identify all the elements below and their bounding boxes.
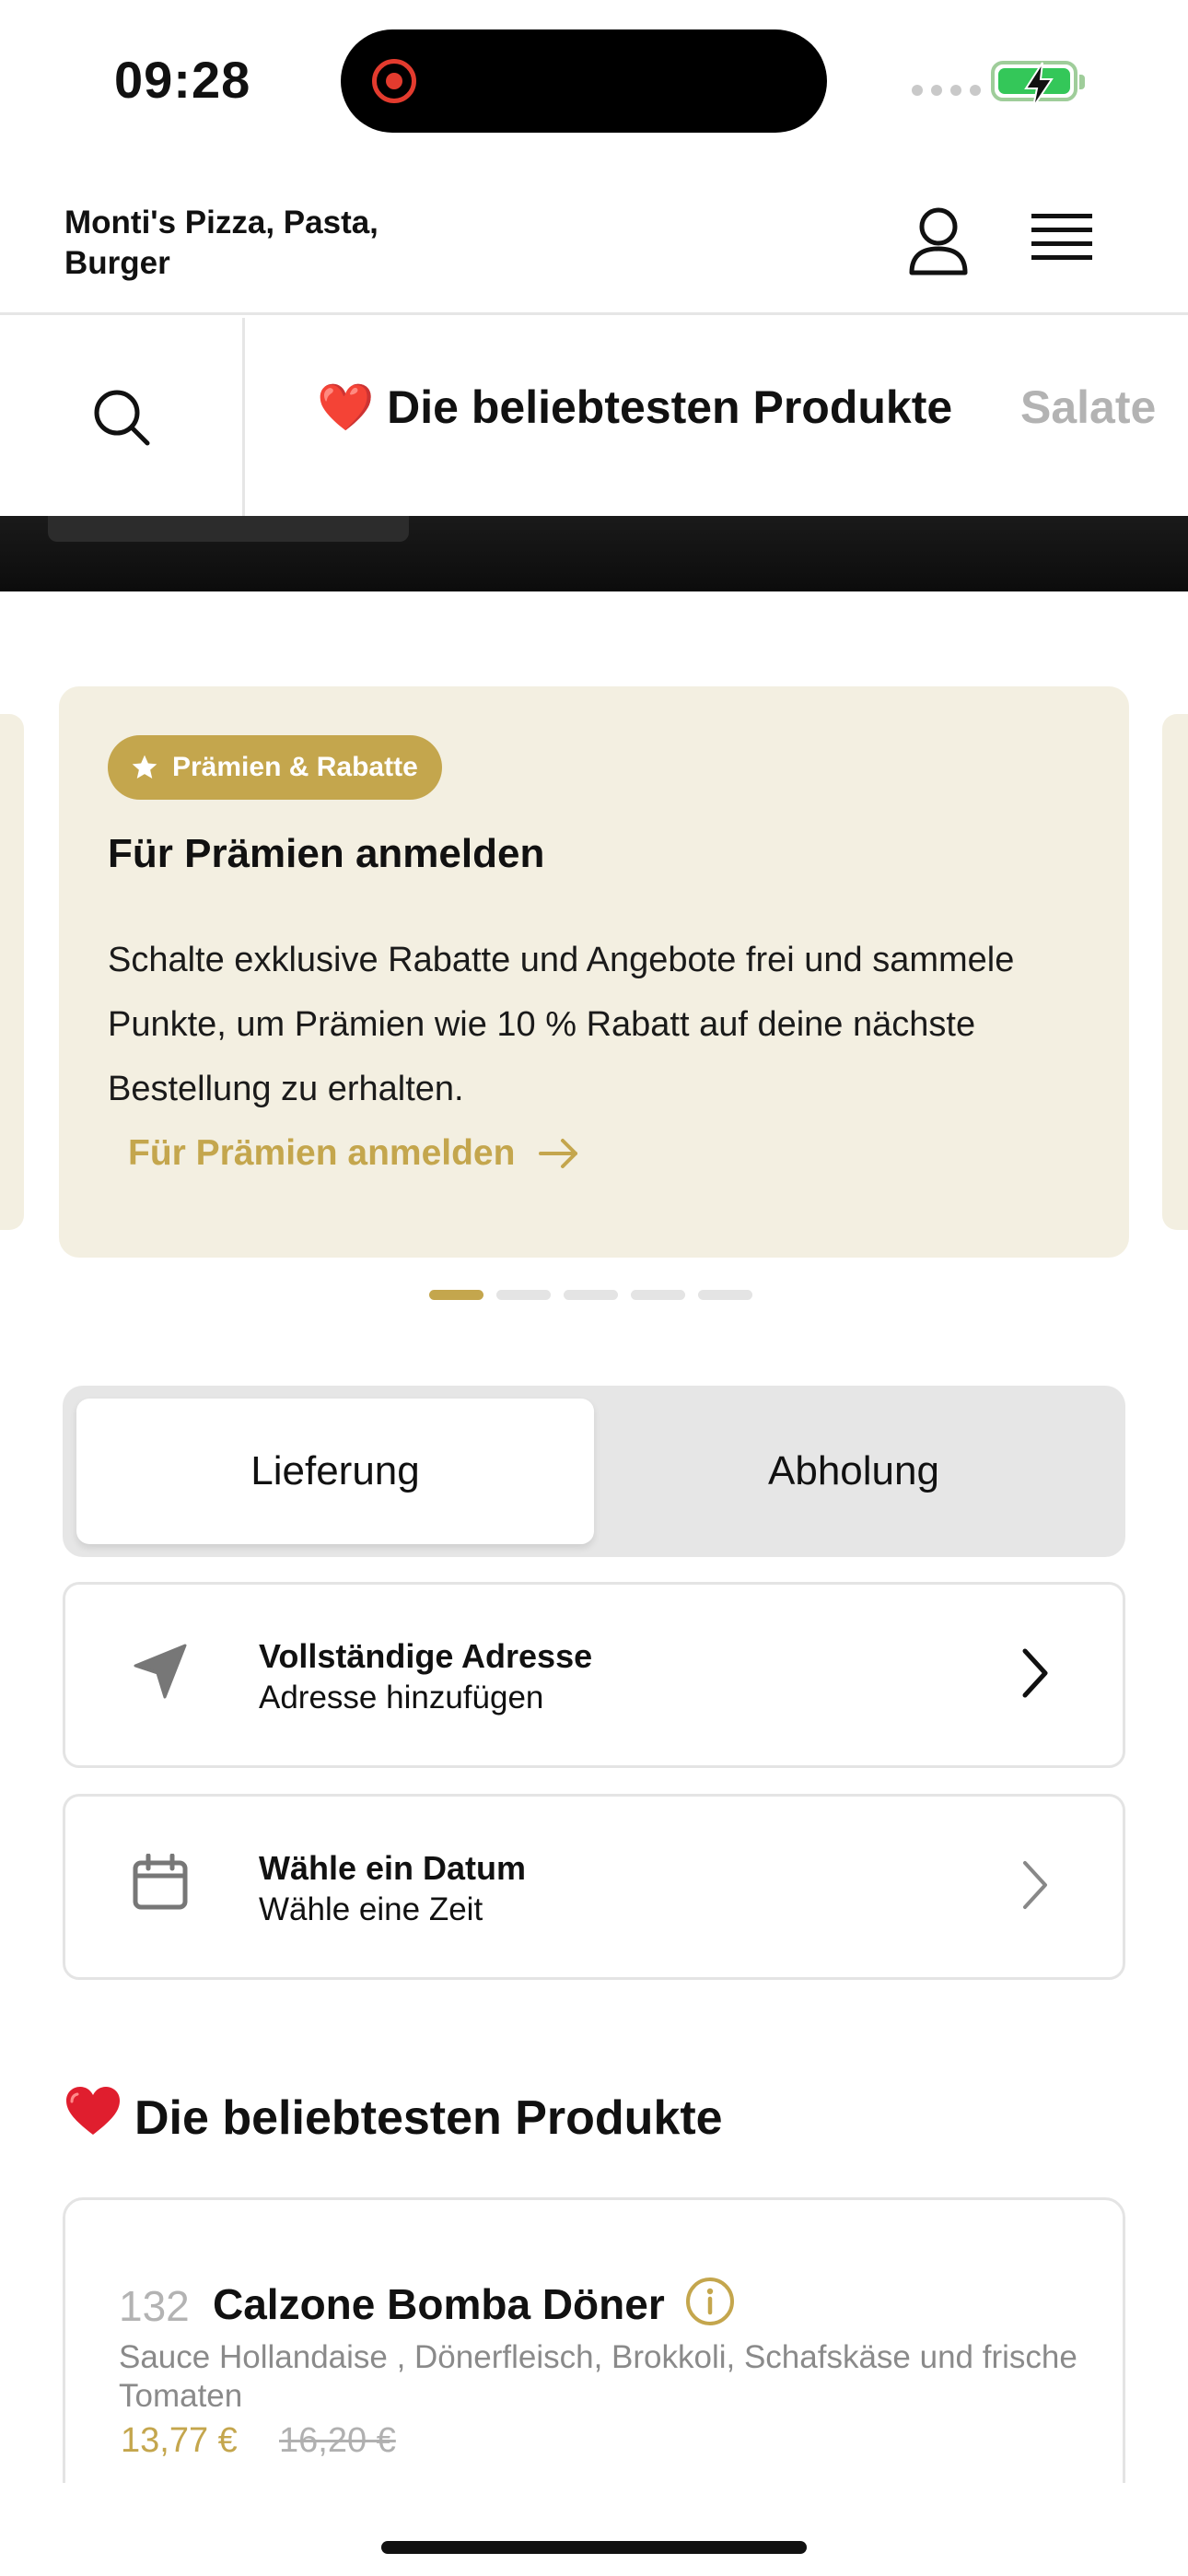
toggle-lieferung[interactable]: Lieferung	[76, 1399, 594, 1544]
pagination-dot[interactable]	[564, 1290, 618, 1300]
product-description: Sauce Hollandaise , Dönerfleisch, Brokko…	[119, 2339, 1077, 2414]
app-header: Monti's Pizza, Pasta, Burger	[0, 166, 1188, 315]
promo-card-next[interactable]	[1162, 714, 1188, 1230]
promo-badge-label: Prämien & Rabatte	[172, 752, 418, 782]
category-tab-salate[interactable]: Salate	[1020, 381, 1156, 434]
battery-charging-icon	[991, 61, 1085, 108]
pagination-dot[interactable]	[429, 1290, 483, 1300]
promo-title: Für Prämien anmelden	[108, 831, 545, 876]
recording-indicator-icon	[372, 59, 416, 103]
chevron-right-icon	[1021, 1859, 1049, 1915]
search-icon	[94, 390, 149, 445]
address-title: Vollständige Adresse	[259, 1637, 593, 1675]
home-indicator[interactable]	[381, 2541, 807, 2554]
promo-signup-link[interactable]: Für Prämien anmelden	[128, 1133, 579, 1174]
location-arrow-icon	[132, 1642, 189, 1707]
pagination-dot[interactable]	[631, 1290, 685, 1300]
cellular-signal-icon	[912, 85, 981, 96]
status-bar: 09:28	[0, 0, 1188, 166]
product-old-price: 16,20 €	[279, 2421, 396, 2460]
category-nav: ❤️ Die beliebtesten Produkte Salate	[0, 318, 1188, 516]
section-title-text: Die beliebtesten Produkte	[134, 2090, 723, 2145]
star-icon	[132, 755, 157, 779]
chevron-right-icon	[1021, 1647, 1049, 1704]
user-icon[interactable]	[906, 205, 971, 283]
promo-card-prev[interactable]	[0, 714, 24, 1230]
promo-text: Schalte exklusive Rabatte und Angebote f…	[108, 941, 1015, 1108]
info-icon[interactable]	[684, 2276, 736, 2332]
product-number: 132	[119, 2282, 190, 2330]
date-subtitle: Wähle eine Zeit	[259, 1891, 483, 1927]
section-title-popular: Die beliebtesten Produkte	[64, 2085, 723, 2150]
address-row[interactable]: Vollständige Adresse Adresse hinzufügen	[63, 1582, 1125, 1768]
product-price: 13,77 €	[121, 2421, 238, 2460]
promo-link-label: Für Prämien anmelden	[128, 1133, 516, 1173]
category-tab-popular[interactable]: ❤️ Die beliebtesten Produkte	[317, 381, 952, 435]
search-button[interactable]	[0, 318, 245, 516]
date-title: Wähle ein Datum	[259, 1849, 527, 1887]
address-subtitle: Adresse hinzufügen	[259, 1680, 544, 1715]
status-time: 09:28	[114, 51, 251, 109]
heart-icon	[64, 2085, 122, 2150]
calendar-icon	[132, 1853, 189, 1915]
dynamic-island	[341, 29, 827, 133]
promo-badge: Prämien & Rabatte	[108, 735, 442, 800]
delivery-mode-toggle: Lieferung Abholung	[63, 1386, 1125, 1557]
product-name: Calzone Bomba Döner	[213, 2280, 665, 2328]
carousel-pagination	[429, 1290, 752, 1300]
arrow-right-icon	[539, 1139, 578, 1168]
restaurant-name: Monti's Pizza, Pasta, Burger	[64, 205, 379, 281]
promo-card: Prämien & Rabatte Für Prämien anmelden S…	[59, 686, 1129, 1258]
pagination-dot[interactable]	[496, 1290, 551, 1300]
pagination-dot[interactable]	[698, 1290, 752, 1300]
hero-image-strip	[0, 516, 1188, 591]
date-row[interactable]: Wähle ein Datum Wähle eine Zeit	[63, 1794, 1125, 1980]
toggle-abholung[interactable]: Abholung	[595, 1399, 1112, 1544]
hamburger-menu-icon[interactable]	[1031, 212, 1092, 268]
